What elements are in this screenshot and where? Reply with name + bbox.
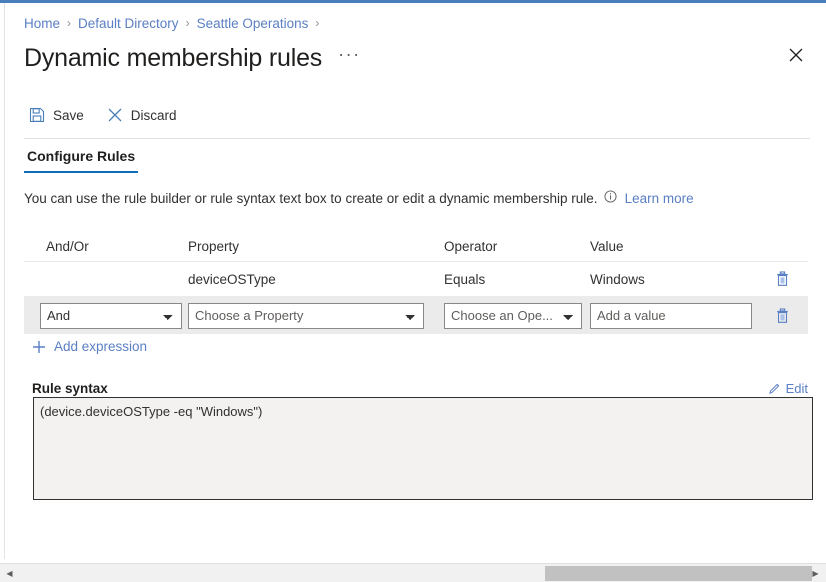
save-button[interactable]: Save: [24, 101, 94, 129]
command-bar: Save Discard: [24, 98, 810, 139]
description-row: You can use the rule builder or rule syn…: [24, 189, 694, 206]
property-select[interactable]: Choose a Property: [188, 302, 424, 329]
rule-syntax-label: Rule syntax: [32, 381, 108, 396]
page-title: Dynamic membership rules: [24, 44, 323, 72]
delete-rule-button[interactable]: [769, 266, 795, 292]
breadcrumb-item-default-directory[interactable]: Default Directory: [78, 16, 179, 31]
scroll-right-arrow-icon[interactable]: ▶: [807, 564, 824, 582]
horizontal-scrollbar[interactable]: ◀ ▶: [0, 563, 826, 582]
trash-icon: [776, 307, 788, 323]
column-header-andor: And/Or: [46, 238, 89, 254]
info-circle-icon[interactable]: [604, 189, 617, 203]
table-row: deviceOSType Equals Windows: [24, 262, 808, 297]
column-header-property: Property: [188, 238, 240, 254]
scroll-left-arrow-icon[interactable]: ◀: [1, 564, 18, 582]
edit-rule-syntax-button[interactable]: Edit: [768, 381, 808, 396]
tab-configure-rules[interactable]: Configure Rules: [24, 148, 139, 173]
operator-select[interactable]: Choose an Ope...: [444, 302, 582, 329]
discard-button[interactable]: Discard: [102, 101, 187, 129]
andor-select[interactable]: And Or: [40, 302, 182, 329]
rule-row-value: Windows: [590, 271, 645, 287]
rule-table-header: And/Or Property Operator Value: [24, 231, 808, 262]
discard-button-label: Discard: [130, 107, 177, 123]
plus-icon: [32, 340, 46, 354]
blade-left-edge: [0, 3, 5, 559]
breadcrumb-item-seattle-operations[interactable]: Seattle Operations: [197, 16, 309, 31]
save-button-label: Save: [53, 107, 84, 123]
column-header-value: Value: [590, 238, 624, 254]
rule-syntax-header: Rule syntax Edit: [32, 381, 808, 396]
breadcrumb-separator-icon: ›: [185, 16, 190, 30]
rule-builder-table: And/Or Property Operator Value deviceOST…: [24, 231, 808, 334]
title-row: Dynamic membership rules ···: [24, 37, 810, 79]
table-row-editing: And Or Choose a Property Choose an Ope..…: [24, 297, 808, 334]
delete-rule-button[interactable]: [769, 303, 795, 329]
tab-strip: Configure Rules: [24, 148, 139, 178]
blade-content: Home › Default Directory › Seattle Opera…: [6, 3, 826, 559]
learn-more-link[interactable]: Learn more: [625, 191, 694, 206]
edit-rule-syntax-label: Edit: [785, 381, 808, 396]
scrollbar-thumb[interactable]: [545, 566, 812, 581]
save-floppy-icon: [28, 106, 46, 124]
rule-syntax-textarea[interactable]: [33, 397, 813, 500]
trash-icon: [776, 271, 788, 286]
close-icon: [789, 48, 803, 62]
description-text: You can use the rule builder or rule syn…: [24, 191, 598, 206]
close-button[interactable]: [780, 39, 812, 71]
rule-row-operator: Equals: [444, 271, 486, 287]
breadcrumb: Home › Default Directory › Seattle Opera…: [24, 13, 326, 33]
column-header-operator: Operator: [444, 238, 498, 254]
dynamic-membership-rules-blade: Home › Default Directory › Seattle Opera…: [0, 0, 826, 582]
breadcrumb-separator-icon: ›: [315, 16, 320, 30]
add-expression-button[interactable]: Add expression: [32, 339, 147, 354]
more-commands-icon[interactable]: ···: [338, 45, 360, 68]
discard-x-icon: [106, 106, 124, 124]
breadcrumb-item-home[interactable]: Home: [24, 16, 60, 31]
pencil-icon: [768, 382, 781, 395]
rule-row-property: deviceOSType: [188, 271, 276, 287]
add-expression-label: Add expression: [54, 339, 148, 354]
value-input[interactable]: [590, 302, 752, 329]
breadcrumb-separator-icon: ›: [67, 16, 72, 30]
